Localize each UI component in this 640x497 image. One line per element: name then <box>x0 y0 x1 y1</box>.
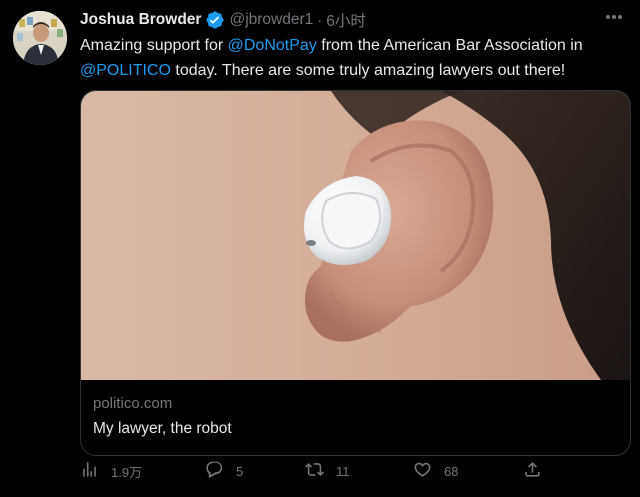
author-handle[interactable]: @jbrowder1 <box>229 11 313 29</box>
like-button[interactable]: 68 <box>413 460 458 482</box>
share-icon <box>523 460 542 482</box>
tweet-header: Joshua Browder @jbrowder1 · 6小时 <box>80 9 620 31</box>
reply-count: 5 <box>236 463 244 479</box>
reply-icon <box>205 460 224 482</box>
mention-link[interactable]: @POLITICO <box>80 62 171 79</box>
card-domain: politico.com <box>93 395 173 412</box>
avatar[interactable] <box>13 11 67 65</box>
earbud-in-ear-photo-icon <box>81 91 630 380</box>
like-count: 68 <box>444 463 459 479</box>
tweet-text-part: today. There are some truly amazing lawy… <box>170 62 566 79</box>
timestamp[interactable]: 6小时 <box>326 9 366 31</box>
reply-button[interactable]: 5 <box>205 460 243 482</box>
retweet-count: 11 <box>336 463 350 479</box>
avatar-photo-icon <box>13 11 67 65</box>
separator-dot: · <box>317 11 323 29</box>
card-image[interactable] <box>81 91 630 380</box>
retweet-button[interactable]: 11 <box>305 460 350 482</box>
retweet-icon <box>305 460 324 482</box>
more-options-icon[interactable] <box>602 8 626 26</box>
action-bar: 1.9万 5 11 68 <box>80 460 620 482</box>
verified-badge-icon <box>205 10 225 30</box>
share-button[interactable] <box>523 460 542 482</box>
link-card[interactable]: politico.com My lawyer, the robot <box>80 90 631 456</box>
card-title[interactable]: My lawyer, the robot <box>93 418 232 440</box>
tweet[interactable]: Joshua Browder @jbrowder1 · 6小时 Amazing … <box>0 0 640 497</box>
author-display-name[interactable]: Joshua Browder <box>80 11 201 29</box>
tweet-text: Amazing support for @DoNotPay from the A… <box>80 33 625 83</box>
views-count: 1.9万 <box>111 464 143 480</box>
analytics-icon <box>80 460 99 482</box>
heart-icon <box>413 460 432 482</box>
card-meta: politico.com My lawyer, the robot <box>93 394 232 440</box>
views-button[interactable]: 1.9万 <box>80 460 142 482</box>
mention-link[interactable]: @DoNotPay <box>228 37 317 54</box>
tweet-text-part: Amazing support for <box>80 37 228 54</box>
tweet-text-part: from the American Bar Association in <box>316 37 583 54</box>
